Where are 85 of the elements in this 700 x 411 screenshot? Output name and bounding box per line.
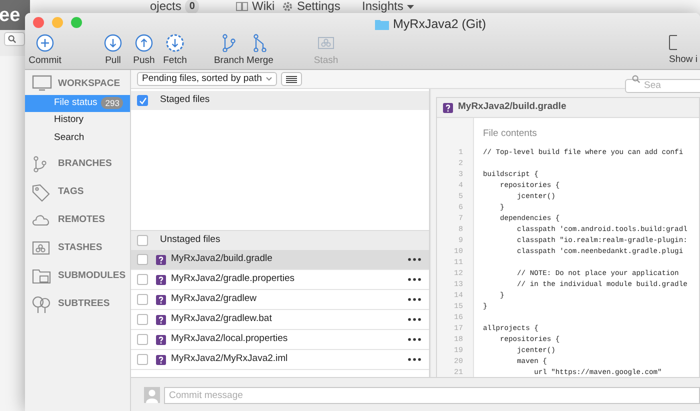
checkbox[interactable] (137, 354, 148, 365)
question-mark-icon (156, 254, 166, 264)
zoom-button[interactable] (71, 17, 82, 28)
toolbar-button[interactable]: Fetch (161, 34, 189, 68)
section-header: STASHES (58, 241, 102, 256)
brand-name: ee (0, 6, 20, 24)
search-field[interactable] (4, 32, 25, 46)
checkbox[interactable] (137, 235, 148, 246)
more-icon (408, 258, 421, 261)
checkbox[interactable] (137, 254, 148, 265)
nav-link[interactable]: Wiki (252, 0, 275, 13)
toolbar-button[interactable]: Pull (99, 34, 127, 68)
checkbox[interactable] (137, 334, 148, 345)
checkbox[interactable] (137, 274, 148, 285)
file-path: MyRxJava2/gradlew.bat (171, 312, 273, 326)
checkbox[interactable] (137, 95, 148, 106)
section-title: Unstaged files (160, 233, 220, 248)
branch-icon (220, 34, 238, 52)
avatar-icon (144, 387, 160, 403)
question-mark-icon (156, 334, 166, 344)
sidebar-item[interactable]: History (25, 112, 130, 129)
more-icon (408, 298, 421, 301)
filter-dropdown[interactable]: Pending files, sorted by path (137, 72, 277, 86)
panel-icon (669, 35, 677, 50)
file-row[interactable]: MyRxJava2/build.gradle (131, 250, 429, 270)
folder-icon (32, 268, 52, 286)
section-title: Staged files (160, 93, 210, 108)
chevron-icon (266, 77, 272, 81)
count-badge: 293 (101, 97, 124, 109)
toolbar-button[interactable]: Push (130, 34, 158, 68)
nav-link[interactable]: Settings (297, 0, 340, 13)
down-arrow-circle-icon (104, 34, 122, 52)
section-header: REMOTES (58, 213, 105, 228)
merge-icon (251, 34, 269, 52)
question-mark-icon (156, 274, 166, 284)
more-icon (408, 358, 421, 361)
sidebar-item[interactable]: Search (25, 130, 130, 146)
checkbox[interactable] (137, 314, 148, 325)
section-header: TAGS (58, 185, 84, 200)
more-icon (408, 338, 421, 341)
box-icon (317, 34, 335, 52)
nav-link[interactable]: ojects (150, 0, 182, 13)
search-field[interactable]: Sea (625, 79, 700, 94)
file-path: MyRxJava2/build.gradle (171, 252, 274, 266)
checkbox[interactable] (137, 294, 148, 305)
toolbar-button[interactable]: Show i (669, 53, 698, 68)
toolbar-button[interactable]: Branch (215, 34, 243, 68)
list-icon (286, 76, 297, 82)
close-button[interactable] (33, 17, 44, 28)
file-path: MyRxJava2/gradlew (171, 292, 258, 306)
section-header: BRANCHES (58, 157, 112, 172)
file-path: MyRxJava2/gradle.properties (171, 272, 296, 286)
search-icon (8, 35, 16, 43)
section-title: File contents (483, 127, 538, 141)
section-header: SUBMODULES (58, 269, 126, 284)
monitor-icon (32, 75, 52, 93)
search-icon (632, 75, 640, 83)
nav-link[interactable]: Insights (362, 0, 404, 13)
file-path: MyRxJava2/local.properties (171, 332, 289, 346)
book-icon (236, 2, 248, 11)
section-header: WORKSPACE (58, 76, 120, 91)
file-path: MyRxJava2/MyRxJava2.iml (171, 352, 289, 366)
up-arrow-circle-icon (135, 34, 153, 52)
settings-icon (282, 1, 293, 12)
question-mark-icon (156, 294, 166, 304)
window-title: MyRxJava2 (Git) (393, 16, 486, 33)
question-mark-icon (443, 102, 453, 112)
section-header: SUBTREES (58, 297, 110, 312)
more-icon (408, 278, 421, 281)
tree-icon (32, 296, 52, 314)
list-view-button[interactable] (280, 72, 302, 86)
caret-icon (407, 4, 414, 8)
commit-message-field[interactable]: Commit message (164, 387, 700, 404)
toolbar-button[interactable]: Merge (246, 34, 274, 68)
plus-circle-icon (36, 34, 54, 52)
more-icon (408, 318, 421, 321)
box-icon (32, 240, 52, 258)
toolbar-button[interactable]: Commit (31, 34, 59, 68)
question-mark-icon (156, 314, 166, 324)
dashed-circle-icon (166, 34, 184, 52)
question-mark-icon (156, 354, 166, 364)
file-title: MyRxJava2/build.gradle (458, 100, 566, 114)
folder-icon (375, 18, 389, 30)
tag-icon (32, 184, 52, 202)
minimize-button[interactable] (52, 17, 63, 28)
